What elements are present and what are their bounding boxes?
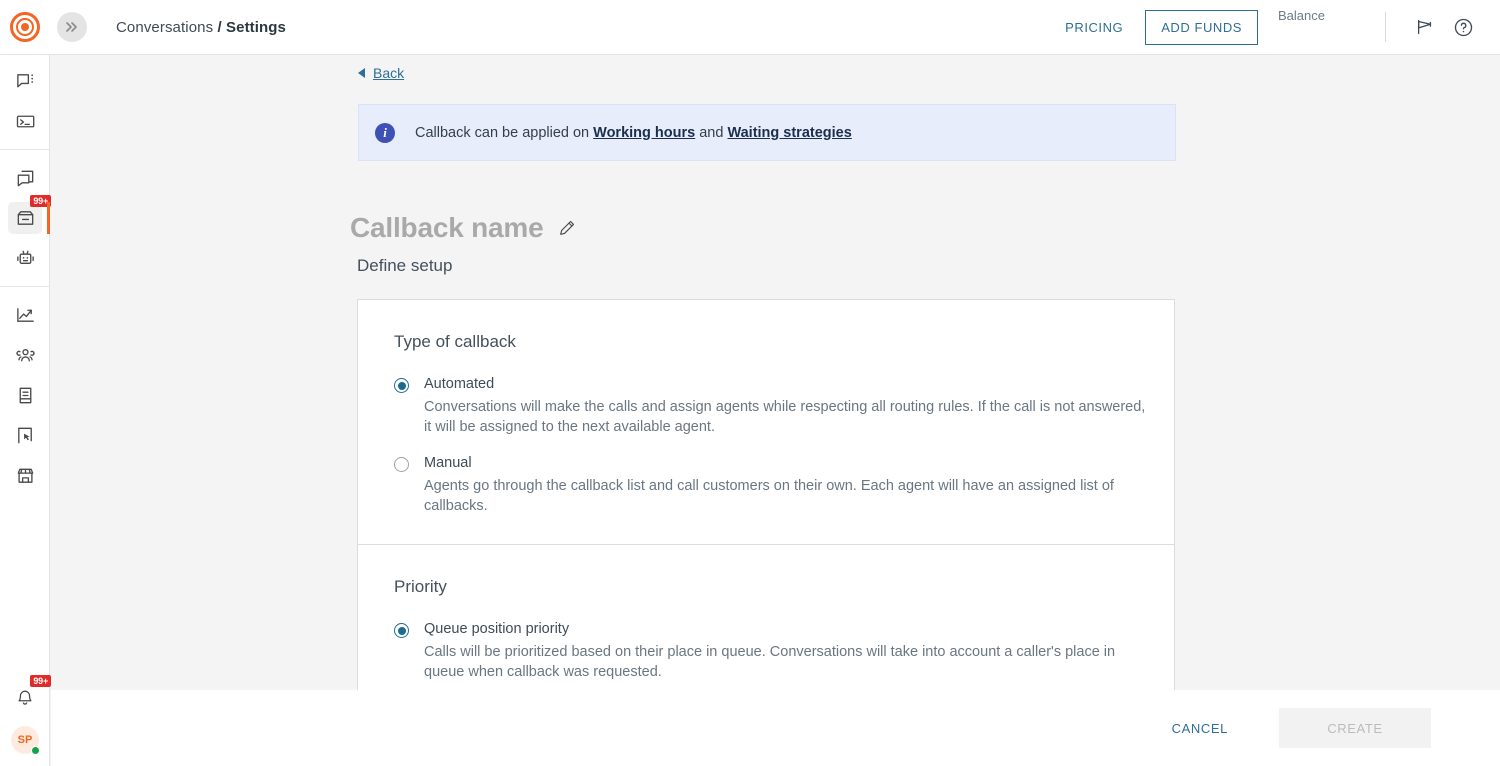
breadcrumb-current: Settings <box>226 19 286 36</box>
waiting-strategies-link[interactable]: Waiting strategies <box>727 125 851 141</box>
avatar-initials: SP <box>18 734 33 746</box>
chat-bubble-icon <box>8 65 42 97</box>
line-chart-icon <box>8 299 42 331</box>
bell-icon: 99+ <box>8 682 42 714</box>
radio-automated[interactable] <box>394 378 409 393</box>
left-sidebar: 99+ <box>0 55 50 766</box>
top-header: Conversations / Settings PRICING ADD FUN… <box>0 0 1500 55</box>
info-text-between: and <box>695 125 727 141</box>
sidebar-item-conversations[interactable] <box>0 61 50 101</box>
back-label: Back <box>373 65 404 81</box>
terminal-icon <box>8 105 42 137</box>
target-logo-icon <box>10 12 40 42</box>
info-banner-text: Callback can be applied on Working hours… <box>415 125 852 141</box>
section-priority: Priority Queue position priority Calls w… <box>358 544 1174 690</box>
page-title-row: Callback name <box>350 212 1500 244</box>
breadcrumb-parent[interactable]: Conversations <box>116 19 213 36</box>
radio-label-manual: Manual <box>424 455 472 471</box>
app-root: Conversations / Settings PRICING ADD FUN… <box>0 0 1500 766</box>
sidebar-item-reports[interactable] <box>0 375 50 415</box>
info-banner: i Callback can be applied on Working hou… <box>358 104 1176 161</box>
radio-queue-position-priority[interactable] <box>394 623 409 638</box>
sidebar-item-duplicate[interactable] <box>0 158 50 198</box>
radio-option-manual[interactable]: Manual <box>394 455 1174 472</box>
breadcrumb: Conversations / Settings <box>116 19 286 36</box>
radio-desc-queue-position: Calls will be prioritized based on their… <box>424 643 1149 682</box>
megaphone-icon[interactable] <box>1408 10 1442 44</box>
robot-icon <box>8 242 42 274</box>
document-icon <box>8 379 42 411</box>
info-circle-icon: i <box>375 123 395 143</box>
working-hours-link[interactable]: Working hours <box>593 125 695 141</box>
app-logo[interactable] <box>0 0 50 55</box>
breadcrumb-separator: / <box>217 19 221 36</box>
sidebar-item-bots[interactable] <box>0 238 50 278</box>
notifications-badge: 99+ <box>30 675 51 687</box>
back-link[interactable]: Back <box>358 58 448 88</box>
radio-desc-automated: Conversations will make the calls and as… <box>424 398 1149 437</box>
triangle-left-icon <box>358 68 365 78</box>
radio-manual[interactable] <box>394 457 409 472</box>
sidebar-item-analytics[interactable] <box>0 295 50 335</box>
help-circle-icon[interactable] <box>1446 10 1480 44</box>
sidebar-item-agents[interactable] <box>0 335 50 375</box>
subtitle: Define setup <box>357 256 1500 276</box>
inbox-icon: 99+ <box>8 202 42 234</box>
notifications-bell[interactable]: 99+ <box>0 678 50 718</box>
header-divider <box>1385 12 1386 42</box>
setup-card: Type of callback Automated Conversations… <box>357 299 1175 690</box>
flow-icon <box>8 419 42 451</box>
sidebar-group-1 <box>0 55 49 147</box>
radio-desc-manual: Agents go through the callback list and … <box>424 477 1149 516</box>
sidebar-bottom: 99+ SP <box>0 678 50 766</box>
add-funds-button[interactable]: ADD FUNDS <box>1145 10 1258 45</box>
inbox-badge: 99+ <box>30 195 51 207</box>
double-chevron-right-icon[interactable] <box>57 12 87 42</box>
header-actions: PRICING ADD FUNDS Balance <box>1065 0 1500 55</box>
radio-label-automated: Automated <box>424 376 494 392</box>
sidebar-item-flows[interactable] <box>0 415 50 455</box>
cancel-button[interactable]: CANCEL <box>1158 711 1242 746</box>
sidebar-item-console[interactable] <box>0 101 50 141</box>
avatar[interactable]: SP <box>11 726 39 754</box>
radio-label-queue-position: Queue position priority <box>424 621 569 637</box>
section-type-of-callback: Type of callback Automated Conversations… <box>358 300 1174 544</box>
sidebar-group-2: 99+ <box>0 152 49 284</box>
radio-option-queue-position[interactable]: Queue position priority <box>394 621 1174 638</box>
copy-icon <box>8 162 42 194</box>
pricing-link[interactable]: PRICING <box>1065 20 1123 35</box>
people-icon <box>8 339 42 371</box>
section-title: Type of callback <box>394 332 1174 352</box>
sidebar-separator <box>0 149 49 150</box>
pencil-icon[interactable] <box>558 219 576 237</box>
sidebar-separator-2 <box>0 286 49 287</box>
sidebar-item-inbox[interactable]: 99+ <box>0 198 50 238</box>
page-title: Callback name <box>350 212 544 244</box>
info-text-before: Callback can be applied on <box>415 125 593 141</box>
balance-label: Balance <box>1278 8 1383 23</box>
create-button[interactable]: CREATE <box>1279 708 1431 748</box>
main-content: Back i Callback can be applied on Workin… <box>51 55 1500 690</box>
footer-action-bar: CANCEL CREATE <box>51 690 1500 766</box>
sidebar-item-marketplace[interactable] <box>0 455 50 495</box>
store-icon <box>8 459 42 491</box>
sidebar-group-3 <box>0 289 49 501</box>
section-title-priority: Priority <box>394 577 1174 597</box>
status-dot-online <box>31 746 40 755</box>
balance-display: Balance <box>1278 8 1383 23</box>
radio-option-automated[interactable]: Automated <box>394 376 1174 393</box>
